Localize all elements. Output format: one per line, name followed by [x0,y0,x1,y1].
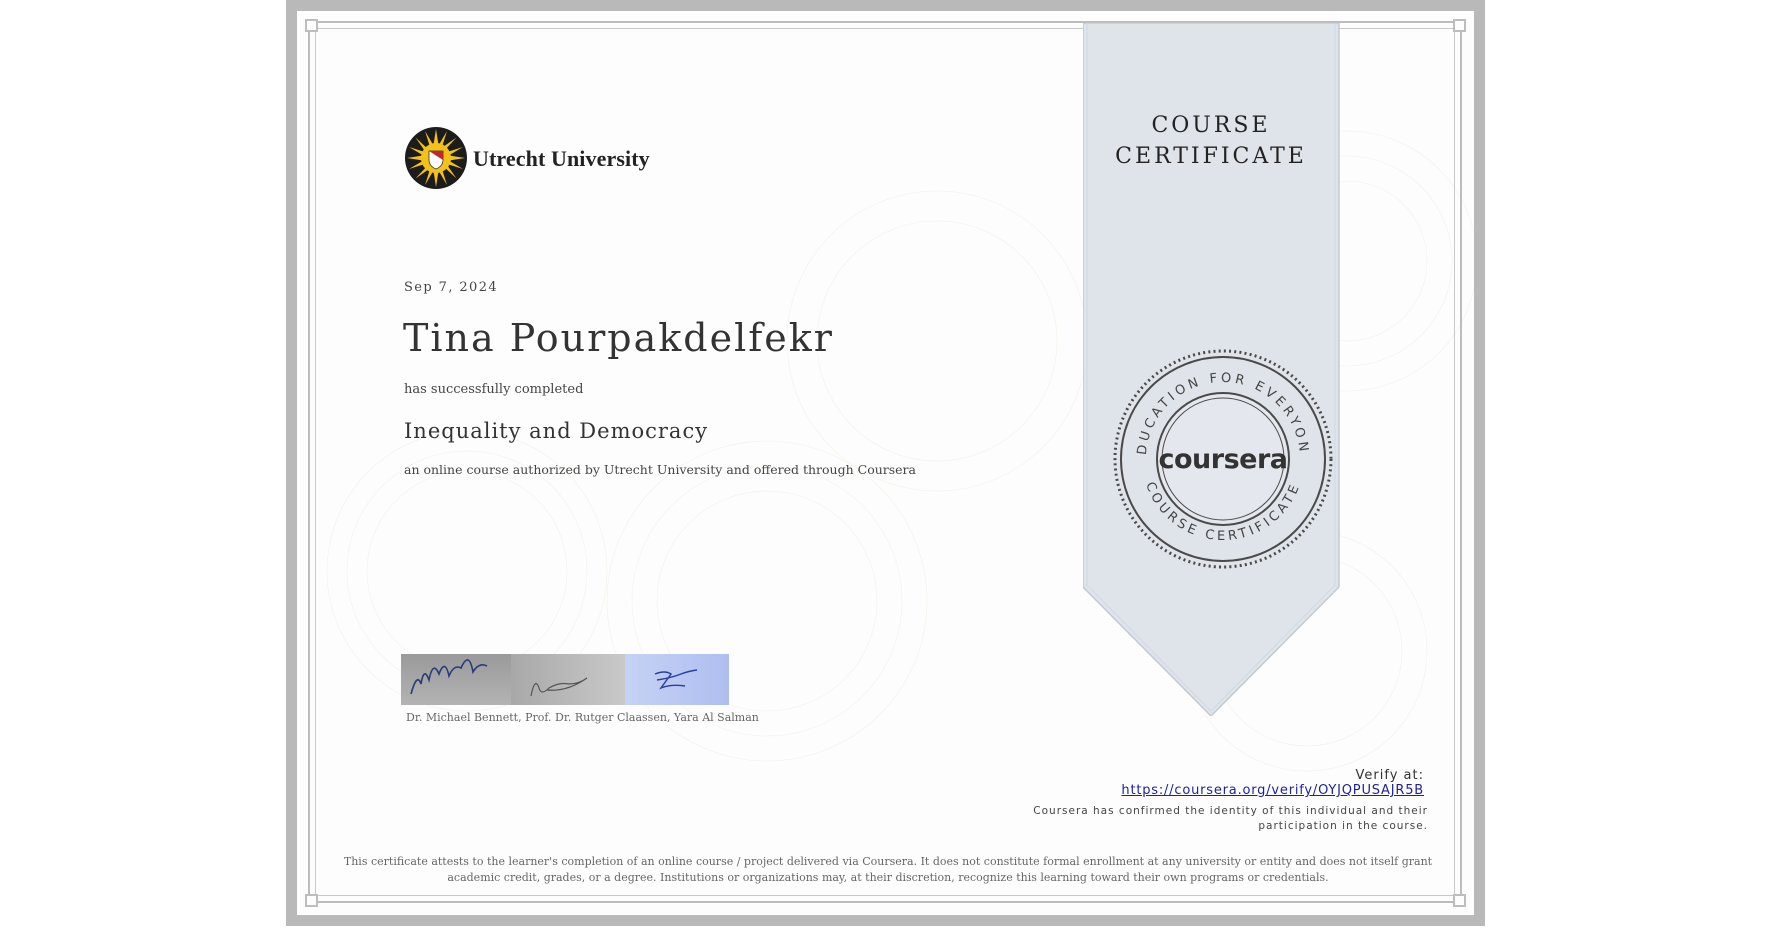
recipient-name: Tina Pourpakdelfekr [403,316,834,360]
completion-date: Sep 7, 2024 [404,280,499,295]
ribbon-title-line1: COURSE [1151,113,1271,138]
ribbon-title: COURSE CERTIFICATE [1083,110,1339,172]
university-logo: Utrecht University [404,126,674,196]
course-title: Inequality and Democracy [404,419,709,443]
corner-ornament [305,19,318,32]
identity-confirmation: Coursera has confirmed the identity of t… [1033,805,1428,832]
verify-link[interactable]: https://coursera.org/verify/OYJQPUSAJR5B [1121,783,1424,798]
corner-ornament [1453,894,1466,907]
ribbon-title-line2: CERTIFICATE [1115,144,1307,169]
university-name: Utrecht University [473,146,650,171]
certificate-body: Utrecht University Sep 7, 2024 Tina Pour… [297,11,1474,915]
disclaimer: This certificate attests to the learner'… [343,855,1433,884]
coursera-seal: EDUCATION FOR EVERYONE COURSE CERTIFICAT… [1112,348,1333,569]
corner-ornament [1453,19,1466,32]
offered-statement: an online course authorized by Utrecht U… [404,462,916,477]
signature-claassen [511,654,625,705]
signature-alsalman [625,654,729,705]
verify-label: Verify at: [1355,768,1424,783]
completed-statement: has successfully completed [404,382,584,397]
signature-strip [401,654,729,705]
corner-ornament [305,894,318,907]
signature-bennett [401,654,511,705]
coursera-wordmark: coursera [1158,444,1287,475]
utrecht-sun-icon [405,127,467,189]
signatory-names: Dr. Michael Bennett, Prof. Dr. Rutger Cl… [406,711,759,724]
certificate-page: Utrecht University Sep 7, 2024 Tina Pour… [286,0,1485,926]
